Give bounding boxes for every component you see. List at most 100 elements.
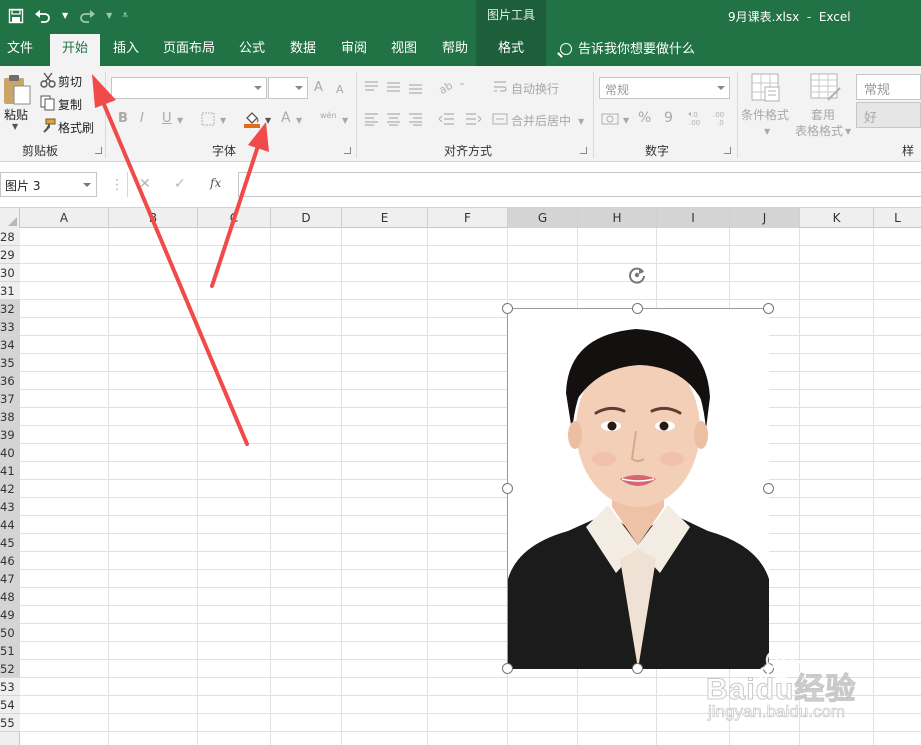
row-header-35[interactable]: 35 bbox=[0, 354, 20, 372]
font-size-combo[interactable] bbox=[268, 77, 308, 99]
number-launcher-icon[interactable] bbox=[724, 147, 731, 154]
accounting-dropdown-icon[interactable]: ▼ bbox=[623, 113, 629, 129]
row-header-44[interactable]: 44 bbox=[0, 516, 20, 534]
column-header-e[interactable]: E bbox=[342, 208, 428, 228]
row-header-31[interactable]: 31 bbox=[0, 282, 20, 300]
wrap-text-icon[interactable] bbox=[492, 79, 508, 95]
paste-button[interactable]: 粘贴 bbox=[4, 106, 28, 123]
resize-handle-bottom[interactable] bbox=[632, 663, 643, 674]
conditional-formatting-icon[interactable] bbox=[751, 73, 783, 103]
font-launcher-icon[interactable] bbox=[344, 147, 351, 154]
resize-handle-left[interactable] bbox=[502, 483, 513, 494]
style-normal[interactable]: 常规 bbox=[856, 74, 921, 100]
column-header-k[interactable]: K bbox=[800, 208, 874, 228]
tab-insert[interactable]: 插入 bbox=[104, 34, 148, 66]
row-header-33[interactable]: 33 bbox=[0, 318, 20, 336]
resize-handle-top-right[interactable] bbox=[763, 303, 774, 314]
column-header-f[interactable]: F bbox=[428, 208, 508, 228]
paste-dropdown-icon[interactable]: ▼ bbox=[12, 122, 18, 131]
format-painter-button[interactable]: 格式刷 bbox=[58, 119, 94, 136]
align-left-icon[interactable] bbox=[364, 112, 424, 126]
row-header-39[interactable]: 39 bbox=[0, 426, 20, 444]
clipboard-launcher-icon[interactable] bbox=[95, 147, 102, 154]
column-header-l[interactable]: L bbox=[874, 208, 921, 228]
conditional-formatting-button[interactable]: 条件格式 bbox=[741, 106, 789, 123]
row-header-52[interactable]: 52 bbox=[0, 660, 20, 678]
bold-button[interactable]: B bbox=[118, 111, 128, 127]
insert-function-button[interactable]: fx bbox=[210, 176, 221, 190]
column-header-i[interactable]: I bbox=[657, 208, 730, 228]
tab-data[interactable]: 数据 bbox=[282, 34, 324, 66]
format-painter-icon[interactable] bbox=[40, 118, 56, 134]
phonetic-button[interactable]: wén bbox=[320, 108, 337, 124]
phonetic-dropdown-icon[interactable]: ▼ bbox=[342, 113, 348, 129]
format-as-table-icon[interactable] bbox=[810, 73, 842, 103]
tab-help[interactable]: 帮助 bbox=[434, 34, 476, 66]
row-header-28[interactable]: 28 bbox=[0, 228, 20, 246]
underline-button[interactable]: U bbox=[162, 111, 172, 127]
row-header-42[interactable]: 42 bbox=[0, 480, 20, 498]
cut-icon[interactable] bbox=[40, 72, 56, 88]
table-format-dropdown-icon[interactable]: ▼ bbox=[845, 124, 851, 140]
paste-icon[interactable] bbox=[2, 74, 32, 106]
format-as-table-button[interactable]: 套用 bbox=[811, 106, 835, 123]
enter-icon[interactable]: ✓ bbox=[174, 176, 186, 192]
column-header-a[interactable]: A bbox=[20, 208, 109, 228]
fill-color-dropdown-icon[interactable]: ▼ bbox=[265, 113, 271, 129]
name-box[interactable]: 图片 3 bbox=[0, 172, 97, 197]
row-header-34[interactable]: 34 bbox=[0, 336, 20, 354]
row-header-47[interactable]: 47 bbox=[0, 570, 20, 588]
orientation-icon[interactable]: ab bbox=[438, 78, 466, 94]
style-good[interactable]: 好 bbox=[856, 102, 921, 128]
row-header-36[interactable]: 36 bbox=[0, 372, 20, 390]
select-all-button[interactable] bbox=[0, 208, 20, 228]
merge-dropdown-icon[interactable]: ▼ bbox=[578, 114, 584, 130]
undo-icon[interactable] bbox=[34, 8, 52, 24]
column-header-d[interactable]: D bbox=[271, 208, 342, 228]
cut-button[interactable]: 剪切 bbox=[58, 73, 82, 90]
row-header-49[interactable]: 49 bbox=[0, 606, 20, 624]
row-header-48[interactable]: 48 bbox=[0, 588, 20, 606]
row-header-38[interactable]: 38 bbox=[0, 408, 20, 426]
row-header-29[interactable]: 29 bbox=[0, 246, 20, 264]
resize-handle-bottom-left[interactable] bbox=[502, 663, 513, 674]
row-header-51[interactable]: 51 bbox=[0, 642, 20, 660]
row-header-40[interactable]: 40 bbox=[0, 444, 20, 462]
row-header-43[interactable]: 43 bbox=[0, 498, 20, 516]
tab-format[interactable]: 格式 bbox=[476, 34, 546, 66]
merge-center-icon[interactable] bbox=[492, 111, 508, 127]
percent-button[interactable]: % bbox=[638, 110, 651, 126]
borders-dropdown-icon[interactable]: ▼ bbox=[220, 113, 226, 129]
wrap-text-button[interactable]: 自动换行 bbox=[511, 80, 559, 97]
row-header-54[interactable]: 54 bbox=[0, 696, 20, 714]
tab-file[interactable]: 文件 bbox=[0, 34, 40, 66]
formula-input[interactable] bbox=[238, 172, 921, 197]
column-header-c[interactable]: C bbox=[198, 208, 271, 228]
resize-handle-top[interactable] bbox=[632, 303, 643, 314]
comma-style-button[interactable]: 9 bbox=[664, 110, 673, 126]
tab-home[interactable]: 开始 bbox=[50, 34, 100, 66]
fill-color-icon[interactable] bbox=[242, 109, 262, 129]
cancel-icon[interactable]: ✕ bbox=[139, 176, 151, 192]
font-color-dropdown-icon[interactable]: ▼ bbox=[296, 113, 302, 129]
row-header-30[interactable]: 30 bbox=[0, 264, 20, 282]
resize-handle-right[interactable] bbox=[763, 483, 774, 494]
column-header-j[interactable]: J bbox=[730, 208, 800, 228]
merge-center-button[interactable]: 合并后居中 bbox=[511, 112, 571, 129]
indent-icon[interactable] bbox=[438, 112, 482, 126]
number-format-combo[interactable]: 常规 bbox=[599, 77, 730, 99]
copy-button[interactable]: 复制 bbox=[58, 96, 82, 113]
row-header-37[interactable]: 37 bbox=[0, 390, 20, 408]
row-header-50[interactable]: 50 bbox=[0, 624, 20, 642]
row-header-53[interactable]: 53 bbox=[0, 678, 20, 696]
copy-icon[interactable] bbox=[40, 95, 56, 111]
row-header-55[interactable]: 55 bbox=[0, 714, 20, 732]
increase-decimal-icon[interactable]: .0.00 bbox=[688, 109, 706, 127]
borders-icon[interactable] bbox=[201, 112, 215, 126]
accounting-icon[interactable] bbox=[601, 111, 621, 127]
font-color-button[interactable]: A bbox=[281, 110, 291, 126]
italic-button[interactable]: I bbox=[140, 111, 144, 127]
customize-qat-icon[interactable]: ⩡ bbox=[122, 6, 128, 26]
conditional-dropdown-icon[interactable]: ▼ bbox=[764, 124, 770, 140]
shrink-font-button[interactable]: A bbox=[336, 82, 344, 98]
